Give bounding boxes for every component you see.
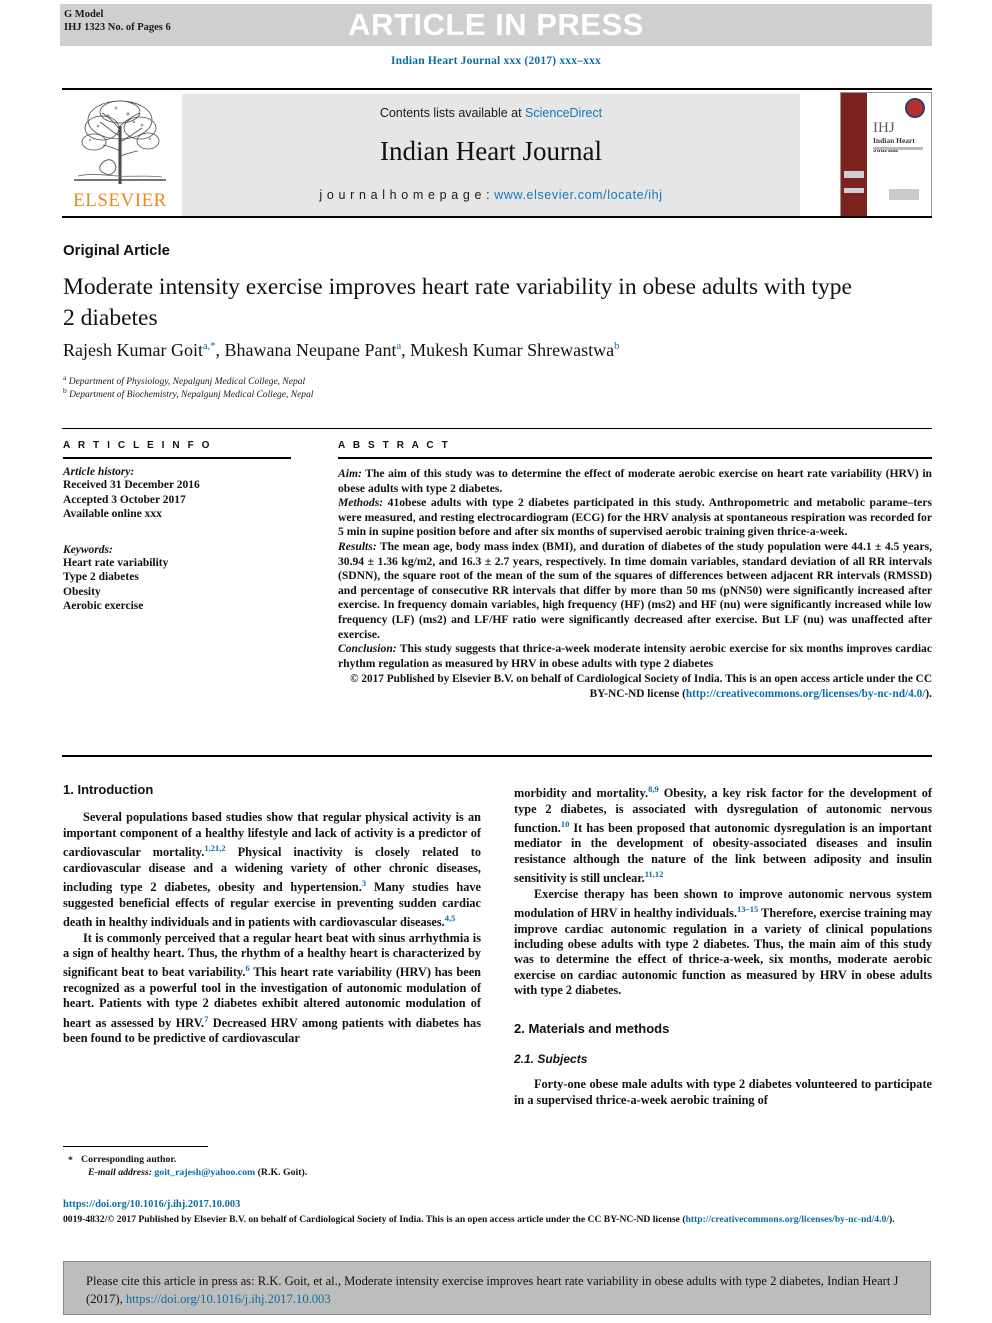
footnote-block: * Corresponding author. E-mail address: … — [63, 1154, 483, 1179]
issn-copyright-tail: ). — [888, 1214, 895, 1225]
article-info-rule — [63, 457, 291, 459]
email-suffix: (R.K. Goit). — [255, 1166, 308, 1178]
cover-footer-block — [889, 189, 919, 200]
cc-license-link[interactable]: http://creativecommons.org/licenses/by-n… — [686, 688, 926, 700]
info-band-top-rule — [62, 428, 932, 429]
masthead-top-rule — [62, 88, 932, 90]
intro-paragraph-2: It is commonly perceived that a regular … — [63, 930, 481, 1046]
intro-paragraph-3: morbidity and mortality.8,9 Obesity, a k… — [514, 784, 932, 886]
journal-title: Indian Heart Journal — [380, 136, 602, 166]
author-list: Rajesh Kumar Goita,*, Bhawana Neupane Pa… — [63, 340, 620, 360]
email-note: E-mail address: goit_rajesh@yahoo.com (R… — [88, 1167, 483, 1180]
subsection-heading-subjects: 2.1. Subjects — [514, 1052, 588, 1067]
article-history-list: Received 31 December 2016 Accepted 3 Octo… — [63, 478, 303, 522]
abstract-bottom-rule — [62, 755, 932, 757]
elsevier-figure — [99, 159, 117, 175]
contents-prefix: Contents lists available at — [379, 106, 526, 120]
abstract-aim: Aim: The aim of this study was to determ… — [338, 467, 932, 496]
list-item: Accepted 3 October 2017 — [63, 493, 186, 506]
footnote-rule — [63, 1146, 208, 1147]
list-item: Received 31 December 2016 — [63, 479, 200, 491]
abstract-methods-label: Methods: — [338, 496, 384, 510]
abstract-heading: A B S T R A C T — [338, 440, 451, 451]
running-head[interactable]: Indian Heart Journal xxx (2017) xxx–xxx — [60, 55, 932, 67]
cover-title: Indian Heart Journal — [873, 136, 915, 154]
keywords-list: Heart rate variability Type 2 diabetes Obe… — [63, 556, 303, 614]
abstract-results: Results: The mean age, body mass index (… — [338, 540, 932, 642]
cover-abbrev: IHJ — [873, 120, 895, 136]
article-in-press-band: G Model IHJ 1323 No. of Pages 6 ARTICLE … — [60, 4, 932, 46]
email-label: E-mail address: — [88, 1166, 152, 1178]
article-history-label: Article history: — [63, 466, 135, 478]
masthead-bottom-rule — [62, 216, 932, 218]
article-in-press-text: ARTICLE IN PRESS — [348, 7, 644, 42]
corresponding-author-note: Corresponding author. — [81, 1154, 177, 1165]
abstract-results-label: Results: — [338, 539, 377, 553]
abstract-conclusion-text: This study suggests that thrice-a-week m… — [338, 642, 932, 670]
cover-spine-text-block-2 — [844, 188, 864, 193]
article-type-label: Original Article — [63, 242, 170, 259]
contents-line: Contents lists available at ScienceDirec… — [182, 106, 800, 120]
cardiological-society-emblem-icon — [905, 98, 925, 118]
issn-copyright-line: 0019-4832/© 2017 Published by Elsevier B… — [63, 1214, 935, 1226]
list-item: Heart rate variability — [63, 556, 169, 569]
elsevier-tree-icon — [74, 100, 166, 184]
list-item: Obesity — [63, 585, 101, 598]
citation-doi-link[interactable]: https://doi.org/10.1016/j.ihj.2017.10.00… — [126, 1292, 331, 1306]
abstract-conclusion-label: Conclusion: — [338, 642, 397, 656]
elsevier-wordmark: ELSEVIER — [73, 190, 167, 211]
intro-paragraph-1: Several populations based studies show t… — [63, 810, 482, 930]
abstract-results-text: The mean age, body mass index (BMI), and… — [338, 539, 932, 641]
subjects-paragraph-1: Forty-one obese male adults with type 2 … — [514, 1077, 932, 1107]
body-left-column: 1. Introduction Several populations base… — [63, 782, 481, 1047]
cover-rule — [873, 147, 923, 150]
journal-homepage-line: j o u r n a l h o m e p a g e : www.else… — [182, 188, 800, 202]
affiliation-b: b Department of Biochemistry, Nepalgunj … — [63, 386, 314, 401]
sciencedirect-link[interactable]: ScienceDirect — [525, 106, 602, 120]
cover-spine-text-block-1 — [844, 171, 864, 178]
masthead-center-panel: Contents lists available at ScienceDirec… — [182, 94, 800, 216]
abstract-conclusion: Conclusion: This study suggests that thr… — [338, 642, 932, 671]
list-item: Available online xxx — [63, 508, 162, 520]
page-title: Moderate intensity exercise improves hea… — [63, 274, 852, 331]
citation-notice-text: Please cite this article in press as: R.… — [86, 1272, 910, 1308]
issn-cc-license-link[interactable]: http://creativecommons.org/licenses/by-n… — [686, 1214, 889, 1225]
intro-paragraph-4: Exercise therapy has been shown to impro… — [514, 886, 932, 998]
list-item: Aerobic exercise — [63, 600, 144, 612]
abstract-aim-text: The aim of this study was to determine t… — [338, 467, 932, 495]
journal-cover-thumbnail: IHJ Indian Heart Journal — [840, 92, 932, 218]
citation-notice-box: Please cite this article in press as: R.… — [63, 1261, 931, 1315]
abstract-methods: Methods: 41obese adults with type 2 diab… — [338, 496, 932, 540]
keywords-label: Keywords: — [63, 543, 113, 556]
keywords-block: Keywords: Heart rate variability Type 2 d… — [63, 544, 303, 614]
abstract-copyright: © 2017 Published by Elsevier B.V. on beh… — [338, 672, 932, 701]
list-item: Type 2 diabetes — [63, 571, 139, 583]
homepage-url-link[interactable]: www.elsevier.com/locate/ihj — [494, 188, 662, 202]
body-right-column: morbidity and mortality.8,9 Obesity, a k… — [514, 782, 932, 1108]
author-email-link[interactable]: goit_rajesh@yahoo.com — [154, 1167, 255, 1178]
abstract-copyright-tail: ). — [925, 687, 932, 700]
section-heading-introduction: 1. Introduction — [63, 782, 154, 797]
abstract-aim-label: Aim: — [338, 467, 362, 480]
section-heading-materials-and-methods: 2. Materials and methods — [514, 1020, 670, 1036]
elsevier-logo: ELSEVIER — [64, 94, 176, 216]
cover-spine — [841, 93, 867, 217]
abstract-methods-text: 41obese adults with type 2 diabetes part… — [338, 496, 932, 539]
abstract-column: A B S T R A C T Aim: The aim of this stu… — [338, 440, 932, 702]
abstract-rule — [338, 457, 932, 459]
corresponding-author-star: * — [68, 1155, 73, 1166]
issn-copyright-text: 0019-4832/© 2017 Published by Elsevier B… — [63, 1214, 686, 1225]
article-info-column: A R T I C L E I N F O Article history: R… — [63, 440, 303, 614]
doi-link[interactable]: https://doi.org/10.1016/j.ihj.2017.10.00… — [63, 1199, 240, 1210]
journal-masthead: ELSEVIER Contents lists available at Sci… — [62, 88, 932, 218]
article-info-heading: A R T I C L E I N F O — [63, 440, 213, 451]
homepage-label: j o u r n a l h o m e p a g e : — [319, 188, 495, 202]
